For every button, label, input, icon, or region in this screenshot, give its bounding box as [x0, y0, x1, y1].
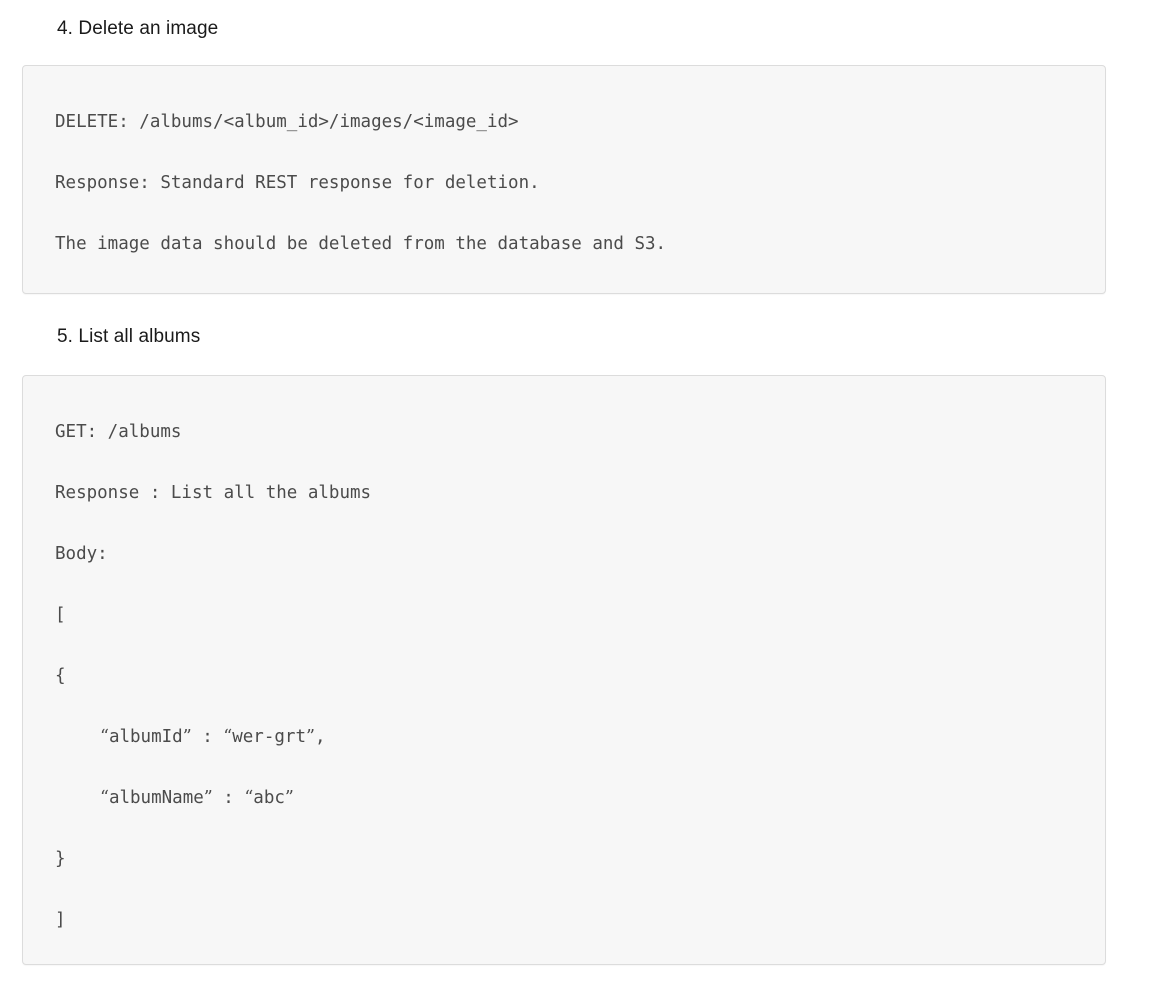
- smart-quote-glyph: “: [100, 788, 109, 808]
- code-line-delete-response: Response: Standard REST response for del…: [55, 173, 540, 193]
- code-line-object-close: }: [55, 849, 66, 869]
- code-line-body-label: Body:: [55, 544, 108, 564]
- code-block-list-all-albums: GET: /albums Response : List all the alb…: [22, 375, 1106, 965]
- smart-quote-glyph: ”: [182, 727, 192, 747]
- code-line-album-id-field: “albumId” : “wer-grt”,: [100, 727, 326, 747]
- section-heading-delete-an-image: 4. Delete an image: [57, 18, 219, 39]
- code-line-array-open: [: [55, 605, 66, 625]
- code-line-get-response: Response : List all the albums: [55, 483, 372, 503]
- code-line-get-endpoint: GET: /albums: [55, 422, 182, 442]
- code-line-delete-endpoint: DELETE: /albums/<album_id>/images/<image…: [55, 112, 519, 132]
- smart-quote-glyph: ”: [306, 727, 315, 747]
- code-line-object-open: {: [55, 666, 66, 686]
- section-heading-list-all-albums: 5. List all albums: [57, 326, 201, 347]
- code-block-delete-an-image: DELETE: /albums/<album_id>/images/<image…: [22, 65, 1106, 294]
- document-page: 4. Delete an image DELETE: /albums/<albu…: [0, 0, 1170, 994]
- smart-quote-glyph: “: [100, 727, 109, 747]
- code-line-album-name-field: “albumName” : “abc”: [100, 788, 294, 808]
- code-line-array-close: ]: [55, 910, 66, 930]
- code-line-delete-note: The image data should be deleted from th…: [55, 234, 667, 254]
- smart-quote-glyph: ”: [284, 788, 294, 808]
- smart-quote-glyph: ”: [203, 788, 213, 808]
- smart-quote-glyph: “: [244, 788, 254, 808]
- smart-quote-glyph: “: [223, 727, 233, 747]
